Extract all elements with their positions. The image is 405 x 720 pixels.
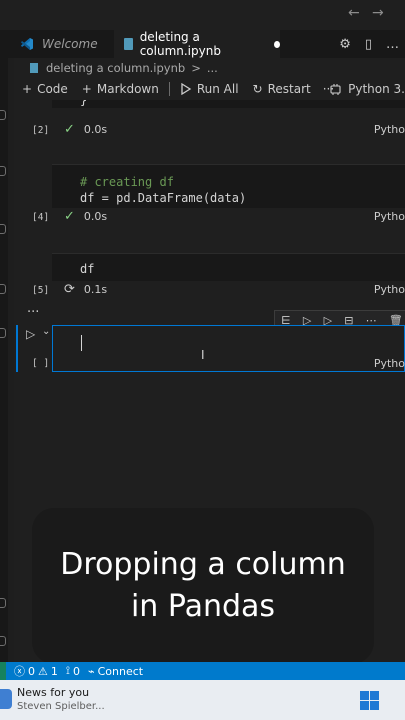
editor-actions: ⚙ ▯ …: [339, 30, 405, 58]
code-cell-editor[interactable]: I: [52, 325, 405, 372]
video-caption: Dropping a column in Pandas: [32, 508, 374, 664]
breadcrumb-file[interactable]: deleting a column.ipynb: [46, 61, 185, 75]
activity-icon[interactable]: [0, 224, 6, 234]
title-bar: ← →: [0, 0, 405, 30]
cell-language[interactable]: Pytho: [374, 283, 405, 296]
notebook-toolbar: + Code + Markdown Run All ↻ Restart ··· …: [14, 78, 405, 100]
activity-icon[interactable]: [0, 284, 6, 294]
ports-indicator[interactable]: ⟟ 0: [66, 664, 80, 678]
add-markdown-label: Markdown: [96, 82, 159, 96]
error-count: 0: [28, 664, 35, 678]
manage-gear-icon[interactable]: [0, 636, 6, 646]
tab-welcome-label: Welcome: [42, 37, 98, 51]
success-check-icon: ✓: [64, 122, 75, 137]
cell-language[interactable]: Pytho: [374, 123, 405, 136]
vscode-logo-icon: [21, 38, 33, 50]
execution-count: [2]: [32, 125, 50, 136]
success-check-icon: ✓: [64, 209, 75, 224]
plus-icon: +: [81, 82, 92, 96]
tab-notebook-label: deleting a column.ipynb: [139, 30, 221, 58]
run-all-icon: [181, 83, 192, 95]
windows-taskbar: News for you Steven Spielber...: [0, 680, 405, 720]
remote-indicator[interactable]: [0, 662, 6, 680]
windows-start-icon[interactable]: [360, 691, 379, 710]
run-cell-icon[interactable]: ▷: [26, 327, 35, 341]
add-code-button[interactable]: + Code: [22, 82, 68, 96]
warning-icon: ⚠: [38, 664, 48, 678]
breadcrumb-more[interactable]: ...: [207, 61, 218, 75]
status-bar: ⓧ 0 ⚠ 1 ⟟ 0 ⌁ Connect: [0, 662, 405, 680]
ports-icon: ⟟: [65, 664, 70, 677]
news-subtitle: Steven Spielber...: [17, 701, 105, 712]
plug-icon: ⌁: [87, 664, 95, 678]
cell-status: ✓ 0.0s: [64, 122, 107, 137]
cell-duration: 0.0s: [83, 123, 108, 136]
active-cell-indicator: [16, 325, 18, 372]
activity-bar: [0, 58, 8, 662]
restart-icon: ↻: [252, 82, 263, 96]
plus-icon: +: [22, 82, 33, 96]
caption-line: Dropping a column: [60, 547, 346, 582]
execution-count: [5]: [32, 285, 50, 296]
run-all-button[interactable]: Run All: [180, 82, 239, 96]
cell-separator-ellipsis[interactable]: ···: [27, 305, 39, 320]
kernel-label: Python 3.: [348, 82, 405, 96]
active-cell[interactable]: ▷ ⌄ I: [16, 325, 405, 372]
error-icon: ⓧ: [14, 665, 25, 678]
news-title[interactable]: News for you: [17, 686, 89, 699]
problems-indicator[interactable]: ⓧ 0 ⚠ 1: [14, 663, 58, 679]
vscode-window: ← → Welcome deleting a column.ipynb ⚙ ▯ …: [0, 0, 405, 720]
tab-notebook[interactable]: deleting a column.ipynb: [114, 30, 280, 58]
cell-status: ⟳ 0.1s: [64, 282, 107, 297]
more-actions-icon[interactable]: …: [386, 37, 399, 52]
breadcrumb-separator: >: [191, 61, 201, 75]
cell-language[interactable]: Pytho: [374, 357, 405, 370]
notebook-file-icon: [30, 63, 38, 73]
execution-count: [4]: [32, 212, 50, 223]
mouse-ibeam-icon: I: [201, 348, 205, 362]
code-line: df: [80, 262, 95, 276]
breadcrumb: deleting a column.ipynb > ...: [14, 58, 405, 78]
activity-icon[interactable]: [0, 110, 6, 120]
back-arrow-icon[interactable]: ←: [348, 5, 360, 21]
cell-status: ✓ 0.0s: [64, 209, 107, 224]
ports-count: 0: [72, 664, 80, 678]
code-line: df = pd.DataFrame(data): [80, 191, 247, 205]
tab-welcome[interactable]: Welcome: [14, 30, 114, 58]
warning-count: 1: [50, 664, 58, 678]
cell-duration: 0.1s: [83, 283, 108, 296]
add-markdown-button[interactable]: + Markdown: [82, 82, 159, 96]
kernel-picker[interactable]: Python 3.: [329, 78, 405, 100]
settings-gear-icon[interactable]: ⚙: [339, 37, 351, 52]
forward-arrow-icon[interactable]: →: [372, 5, 384, 21]
restart-label: Restart: [267, 82, 311, 96]
notebook-file-icon: [124, 38, 133, 50]
code-cell-input[interactable]: }: [52, 100, 405, 108]
chevron-down-icon[interactable]: ⌄: [42, 326, 50, 337]
run-all-label: Run All: [196, 82, 239, 96]
split-editor-icon[interactable]: ▯: [365, 37, 372, 52]
code-cell-input[interactable]: df: [52, 253, 405, 281]
caption-line: in Pandas: [130, 589, 276, 624]
cell-language[interactable]: Pytho: [374, 210, 405, 223]
code-comment: # creating df: [80, 175, 174, 189]
restart-button[interactable]: ↻ Restart: [253, 82, 311, 96]
code-line: }: [80, 100, 88, 107]
accounts-icon[interactable]: [0, 598, 6, 608]
activity-icon[interactable]: [0, 166, 6, 176]
connect-label: Connect: [97, 664, 144, 678]
text-cursor: [81, 335, 82, 351]
kernel-icon: [330, 83, 341, 95]
code-cell-input[interactable]: # creating df df = pd.DataFrame(data): [52, 164, 405, 208]
toolbar-divider: [168, 82, 170, 96]
news-widget-icon[interactable]: [0, 689, 12, 709]
executing-spinner-icon: ⟳: [64, 282, 75, 297]
activity-icon[interactable]: [0, 328, 6, 338]
connect-button[interactable]: ⌁ Connect: [88, 665, 143, 678]
unsaved-dot-icon[interactable]: [273, 40, 280, 48]
cell-duration: 0.0s: [83, 210, 108, 223]
execution-count: [ ]: [32, 358, 50, 369]
add-code-label: Code: [37, 82, 68, 96]
